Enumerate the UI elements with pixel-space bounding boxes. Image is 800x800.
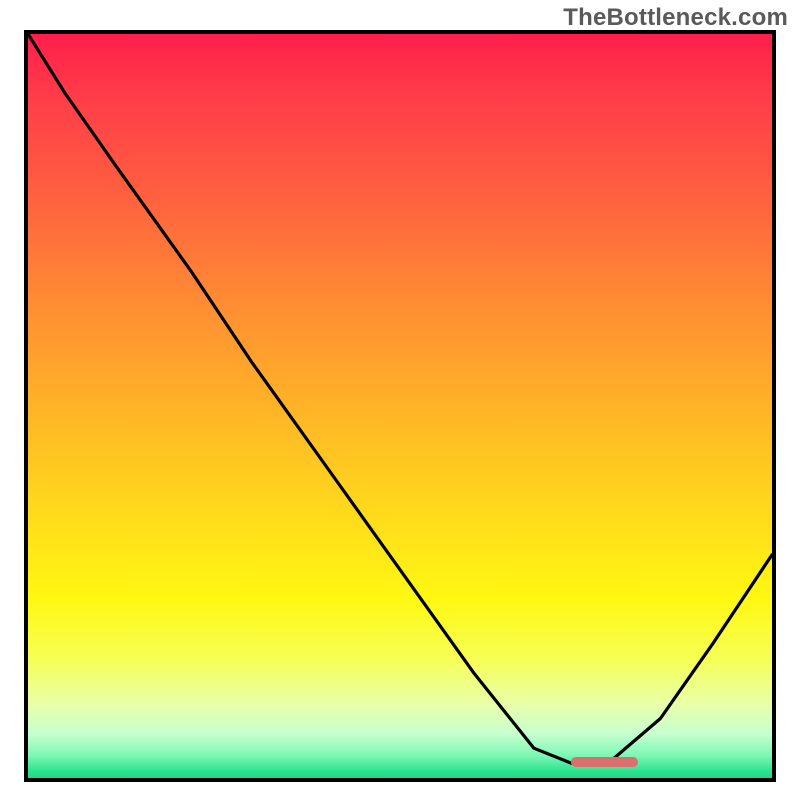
bottleneck-curve	[28, 34, 772, 778]
watermark-text: TheBottleneck.com	[563, 4, 788, 32]
plot-area	[24, 30, 776, 782]
chart-container: TheBottleneck.com	[0, 0, 800, 800]
optimal-range-marker	[571, 757, 638, 767]
